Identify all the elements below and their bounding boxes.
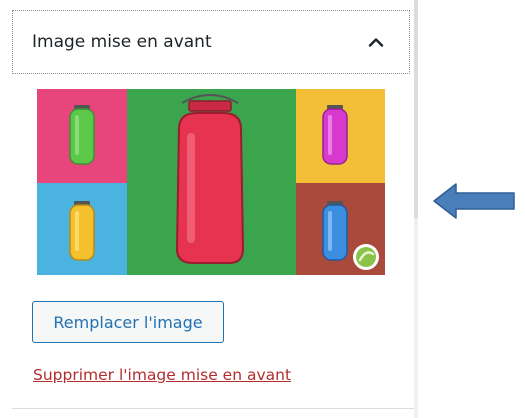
featured-image-thumbnail[interactable] [37, 89, 385, 275]
replace-image-button[interactable]: Remplacer l'image [32, 301, 224, 343]
chevron-up-icon[interactable] [367, 33, 385, 51]
page: Image mise en avant Remplacer l'image Su… [0, 0, 525, 418]
remove-featured-image-link[interactable]: Supprimer l'image mise en avant [33, 366, 291, 384]
scrollbar-thumb[interactable] [414, 0, 418, 218]
panel-header-toggle[interactable]: Image mise en avant [12, 10, 410, 74]
panel-divider [12, 408, 414, 409]
panel-title: Image mise en avant [32, 32, 212, 52]
left-arrow-icon [432, 181, 518, 221]
